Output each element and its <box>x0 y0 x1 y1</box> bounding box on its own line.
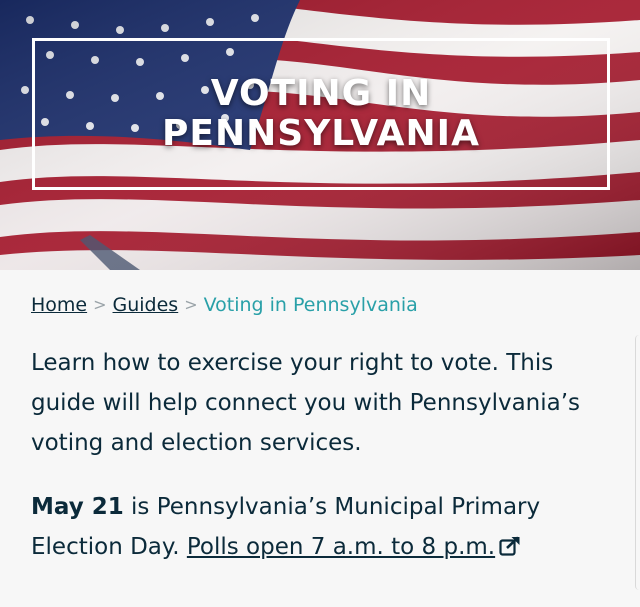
hero-title-frame: VOTING IN PENNSYLVANIA <box>32 38 610 190</box>
breadcrumb-home-link[interactable]: Home <box>31 292 87 318</box>
breadcrumb: Home > Guides > Voting in Pennsylvania <box>31 292 611 318</box>
election-day-notice: May 21 is Pennsylvania’s Municipal Prima… <box>31 487 611 569</box>
intro-paragraph: Learn how to exercise your right to vote… <box>31 350 581 456</box>
main-content: Home > Guides > Voting in Pennsylvania L… <box>31 270 611 569</box>
election-date: May 21 <box>31 494 124 520</box>
scrollbar-edge[interactable] <box>635 335 640 590</box>
external-link-icon <box>499 529 521 569</box>
breadcrumb-guides-link[interactable]: Guides <box>113 292 179 318</box>
page-title-line-2: PENNSYLVANIA <box>162 113 480 154</box>
breadcrumb-separator: > <box>184 295 198 314</box>
breadcrumb-current: Voting in Pennsylvania <box>203 294 418 316</box>
page-title: VOTING IN PENNSYLVANIA <box>162 74 480 154</box>
polls-hours-link[interactable]: Polls open 7 a.m. to 8 p.m. <box>187 534 521 560</box>
page-title-line-1: VOTING IN <box>210 73 432 114</box>
breadcrumb-separator: > <box>93 295 107 314</box>
hero-banner: VOTING IN PENNSYLVANIA <box>0 0 640 270</box>
polls-hours-link-label: Polls open 7 a.m. to 8 p.m. <box>186 534 496 560</box>
